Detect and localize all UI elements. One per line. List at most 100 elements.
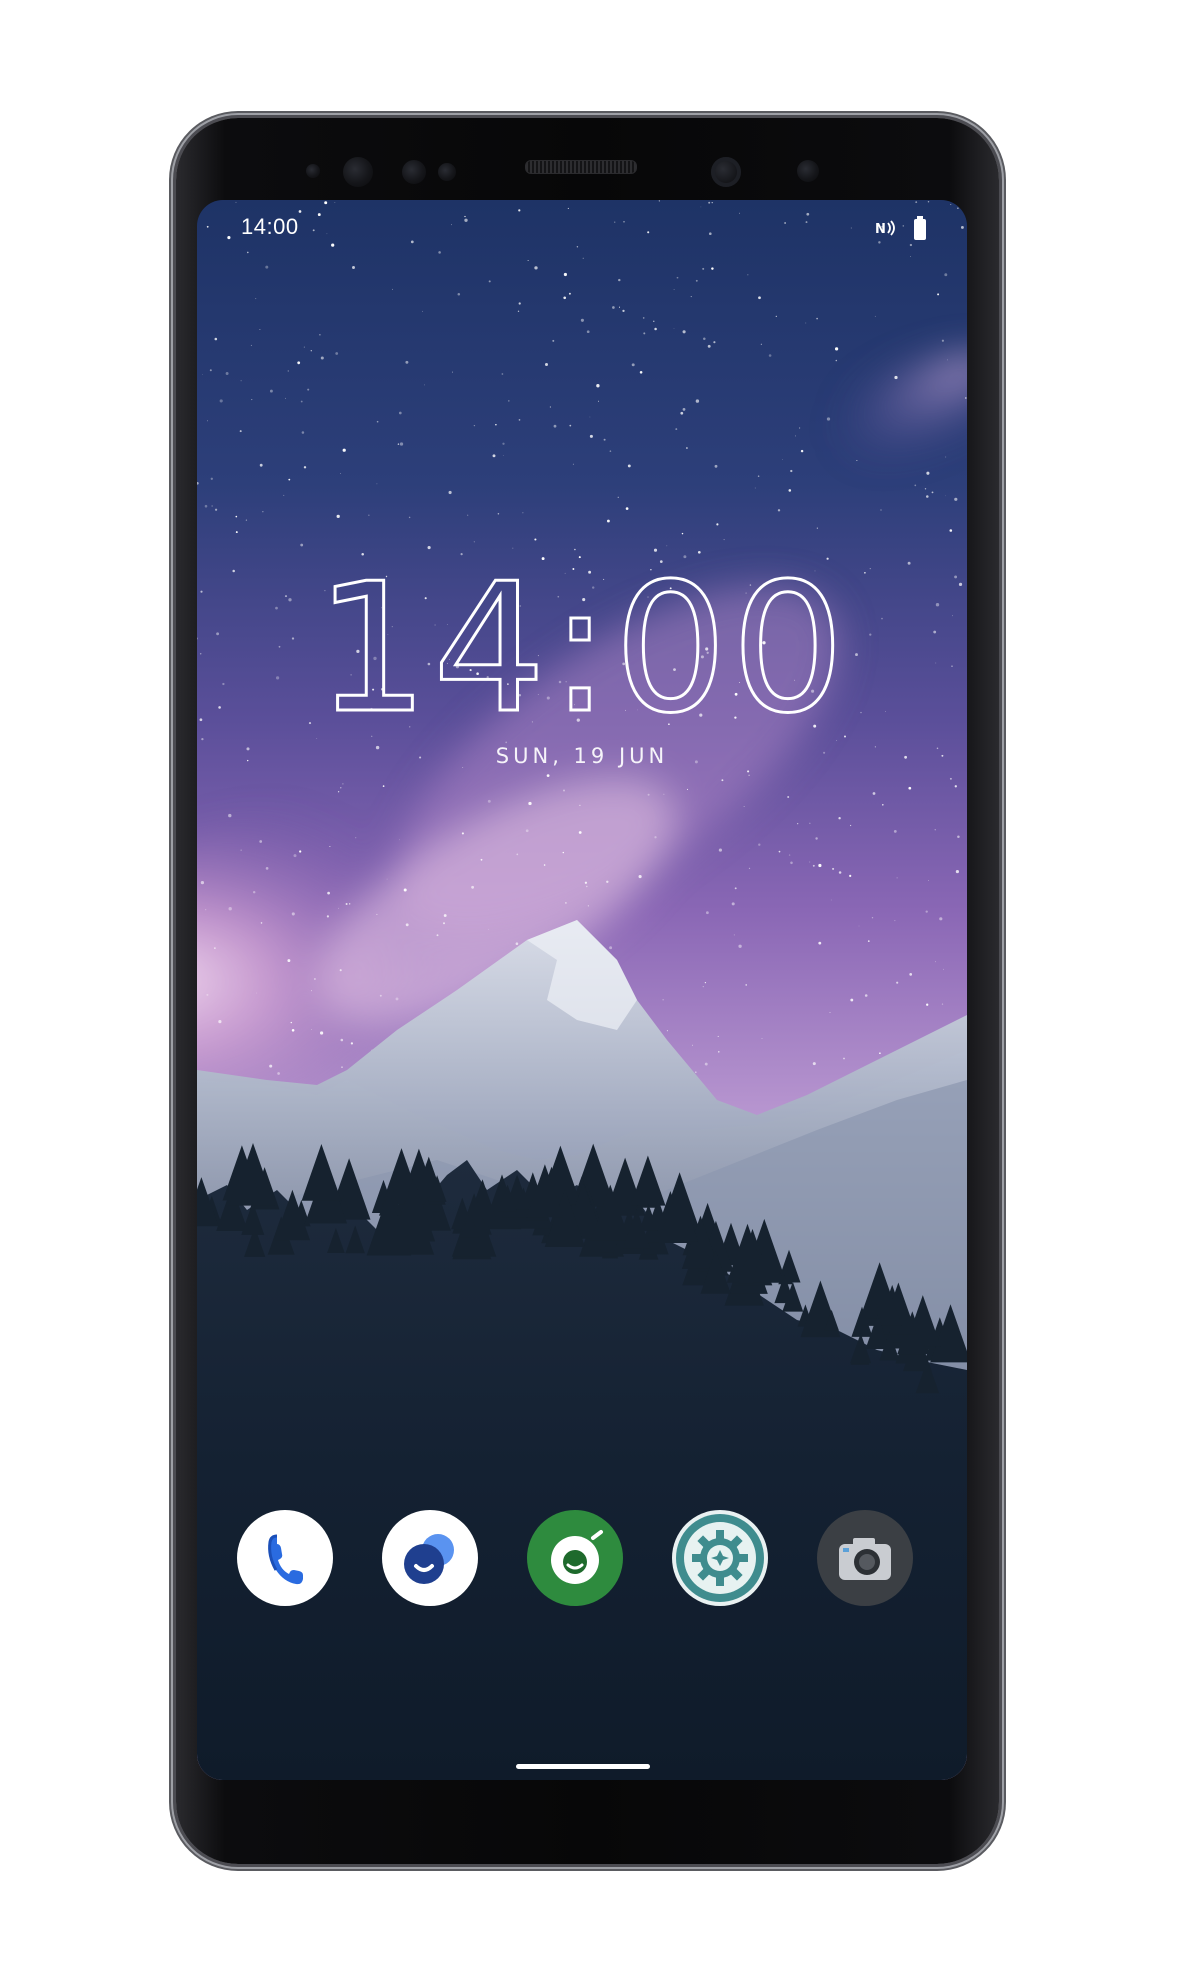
star [758,296,761,300]
star [443,914,447,917]
star [757,475,760,477]
star [397,443,400,445]
star [947,359,948,361]
phone-app-button[interactable] [237,1510,333,1606]
star [843,1057,845,1060]
star [618,278,621,282]
star [572,463,574,465]
star [761,1038,763,1039]
star [471,885,475,889]
star [666,1030,668,1032]
messages-app-button[interactable] [382,1510,478,1606]
star [310,350,312,352]
star [337,791,340,793]
star [818,863,822,868]
star [838,817,841,820]
star [939,917,943,921]
star [579,804,581,807]
star [522,512,524,514]
star [345,902,348,906]
star [758,843,761,846]
star [647,231,650,234]
star [327,891,330,895]
status-bar-time: 14:00 [241,214,299,239]
star [582,257,584,259]
star [830,899,832,901]
star [625,507,629,510]
star [658,200,660,202]
settings-app-button[interactable] [672,1510,768,1606]
lockscreen-clock: 14:00 [314,550,846,730]
star [702,267,705,270]
star [790,469,793,473]
star [497,513,500,515]
gesture-navigation-handle[interactable] [516,1764,650,1769]
star [910,256,911,258]
star [662,999,664,1001]
star [228,907,232,911]
star [834,347,839,351]
star [642,317,645,319]
star [589,416,591,418]
star [788,489,792,492]
star [552,339,555,342]
star [399,839,400,841]
star [467,514,469,516]
star [567,207,569,209]
star [277,1072,280,1075]
star [654,327,657,331]
star [326,233,328,235]
star [816,317,818,320]
star [563,296,567,300]
star [836,740,838,742]
star [340,787,342,789]
star [300,400,303,403]
star [606,519,610,523]
lock-screen[interactable]: 14:00 N 14:00 SUN, 19 JUN [197,200,967,1780]
star [931,491,934,494]
camera-app-button[interactable] [817,1510,913,1606]
star [338,907,339,909]
star [227,236,231,240]
star [326,915,329,918]
star [818,941,822,945]
star [686,788,689,790]
star [251,399,253,401]
store-app-button[interactable] [527,1510,623,1606]
star [334,201,336,203]
star [480,858,483,861]
star [487,799,491,803]
star [777,509,781,512]
star [794,435,796,437]
star [609,450,612,452]
star [838,871,842,874]
star [245,519,248,521]
star [609,946,613,950]
star [219,399,223,403]
star [717,1035,719,1037]
star [704,981,707,984]
star [800,449,804,453]
star [734,887,737,890]
star [376,483,378,485]
star [209,369,212,372]
star [534,538,537,541]
star [438,251,441,254]
star [376,913,378,915]
iris-led [797,160,819,182]
star [336,514,340,519]
star [858,925,860,927]
star [298,210,302,213]
star [252,890,256,894]
battery-icon [913,216,927,244]
star [488,928,490,930]
star [708,232,712,236]
star [716,523,719,526]
star [331,243,335,247]
star [201,737,204,741]
star [676,276,679,279]
star [805,221,808,224]
star [812,1062,816,1066]
settings-icon [676,1514,764,1602]
star [283,494,285,496]
